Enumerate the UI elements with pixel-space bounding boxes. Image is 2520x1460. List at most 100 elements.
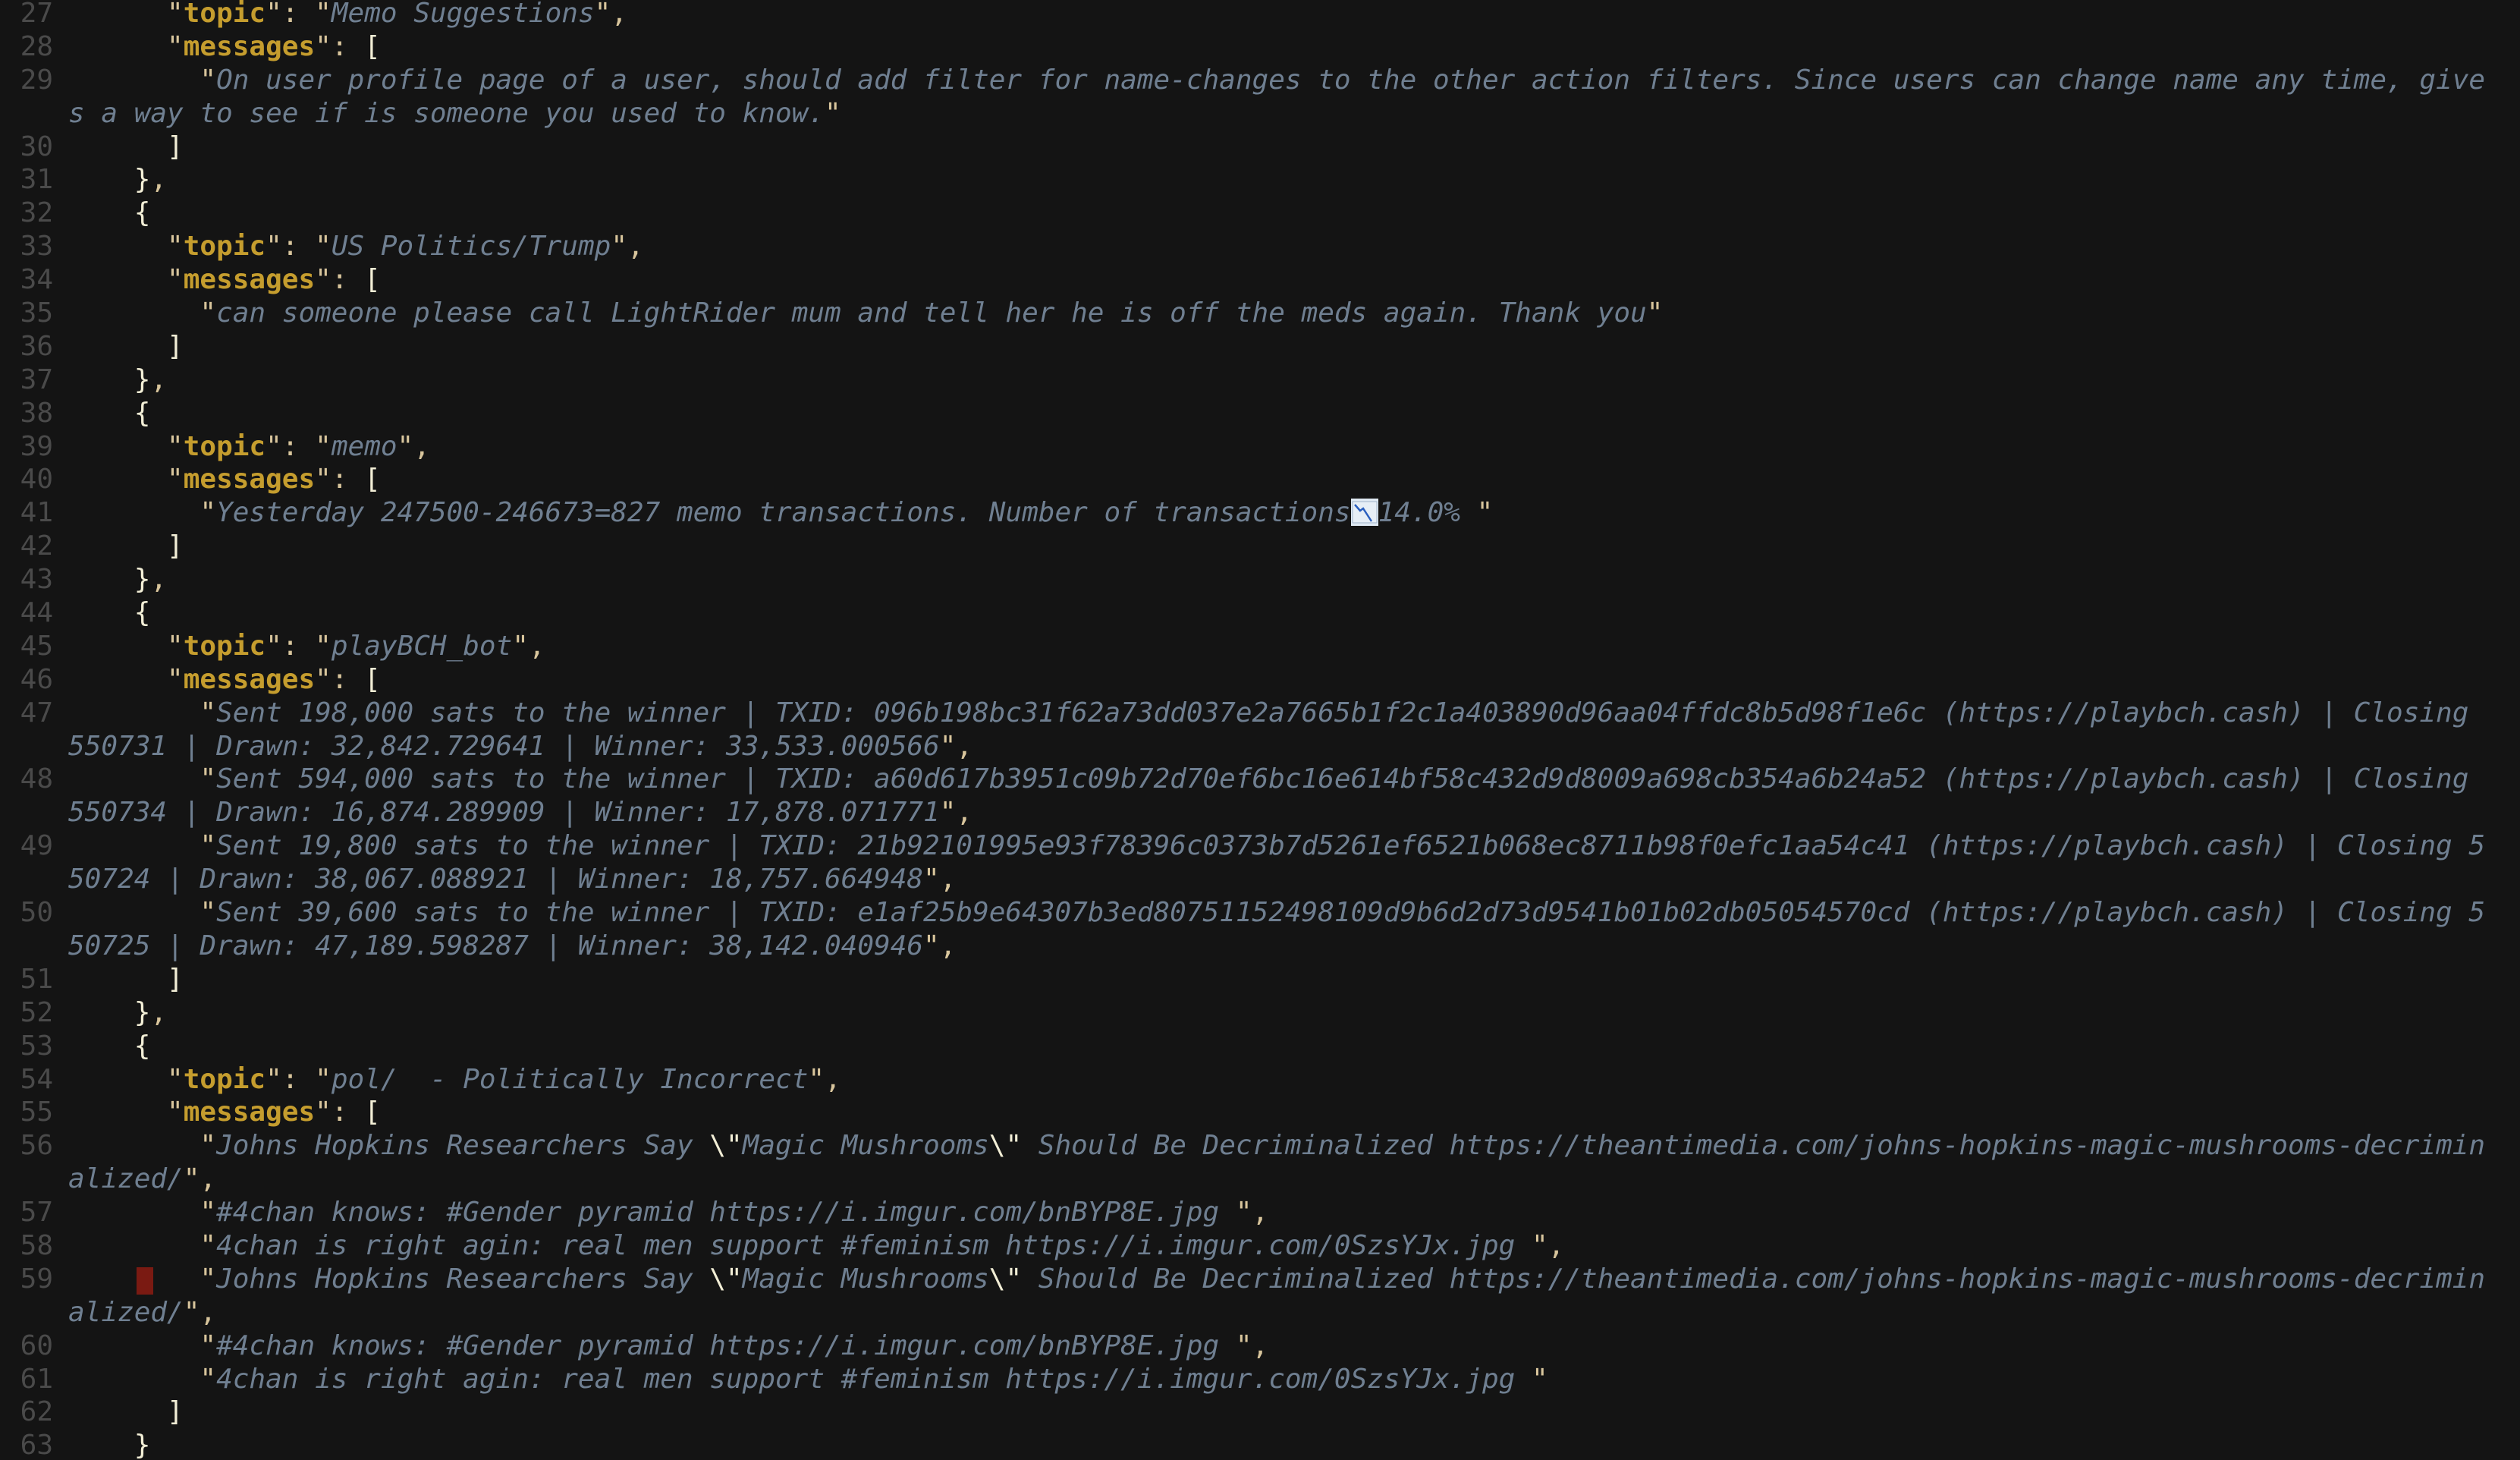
quote: " bbox=[825, 97, 841, 129]
json-string: memo bbox=[331, 430, 397, 462]
line-content[interactable]: "topic": "Memo Suggestions", bbox=[68, 0, 627, 30]
line-number: 38 bbox=[20, 397, 53, 429]
code-line: 50 "Sent 39,600 sats to the winner | TXI… bbox=[0, 896, 2520, 930]
line-content[interactable]: }, bbox=[68, 563, 167, 596]
line-number: 61 bbox=[20, 1363, 53, 1395]
escape-sequence: \" bbox=[709, 1130, 743, 1162]
line-content[interactable]: "topic": "playBCH_bot", bbox=[68, 630, 545, 663]
code-line: 30 ] bbox=[0, 131, 2520, 164]
line-content[interactable]: "#4chan knows: #Gender pyramid https://i… bbox=[68, 1196, 1268, 1229]
line-content[interactable]: "#4chan knows: #Gender pyramid https://i… bbox=[68, 1329, 1268, 1363]
code-line: 59 "Johns Hopkins Researchers Say \"Magi… bbox=[0, 1263, 2520, 1296]
line-content[interactable]: "Yesterday 247500-246673=827 memo transa… bbox=[68, 496, 1493, 530]
line-content[interactable]: ] bbox=[68, 131, 184, 164]
line-content[interactable]: 50725 | Drawn: 47,189.598287 | Winner: 3… bbox=[68, 930, 956, 963]
code-line: 53 { bbox=[0, 1030, 2520, 1063]
line-number: 51 bbox=[20, 963, 53, 995]
comma: , bbox=[825, 1063, 841, 1095]
comma: , bbox=[150, 363, 168, 395]
json-string: Magic Mushrooms bbox=[742, 1263, 989, 1295]
line-content[interactable]: }, bbox=[68, 163, 167, 197]
line-content[interactable]: "messages": [ bbox=[68, 663, 381, 697]
quote: " bbox=[200, 763, 217, 795]
colon: : bbox=[281, 430, 316, 462]
quote: " bbox=[200, 1197, 217, 1229]
line-content[interactable]: "messages": [ bbox=[68, 30, 381, 64]
line-content[interactable]: "can someone please call LightRider mum … bbox=[68, 297, 1663, 330]
line-content[interactable]: ] bbox=[68, 963, 184, 996]
json-string: pol/ - Politically Incorrect bbox=[331, 1063, 809, 1095]
quote: " bbox=[183, 1163, 200, 1195]
json-string: 4chan is right agin: real men support #f… bbox=[216, 1229, 1532, 1261]
json-string: Memo Suggestions bbox=[331, 0, 595, 29]
json-string: alized/ bbox=[68, 1296, 184, 1328]
code-line: 40 "messages": [ bbox=[0, 463, 2520, 496]
line-content[interactable]: "messages": [ bbox=[68, 1096, 381, 1129]
code-line: 63 } bbox=[0, 1429, 2520, 1460]
quote: " bbox=[266, 0, 282, 29]
line-content[interactable]: "messages": [ bbox=[68, 263, 381, 297]
line-content[interactable]: ] bbox=[68, 1395, 184, 1429]
line-content[interactable]: "topic": "pol/ - Politically Incorrect", bbox=[68, 1063, 841, 1097]
line-content[interactable]: { bbox=[68, 397, 151, 430]
line-content[interactable]: ] bbox=[68, 530, 184, 563]
bracket: } bbox=[134, 363, 151, 395]
code-line: 27 "topic": "Memo Suggestions", bbox=[0, 0, 2520, 30]
comma: , bbox=[413, 430, 430, 462]
bracket: ] bbox=[167, 530, 184, 562]
line-content[interactable]: { bbox=[68, 197, 151, 230]
line-content[interactable]: "Sent 198,000 sats to the winner | TXID:… bbox=[68, 697, 2485, 730]
quote: " bbox=[923, 930, 940, 961]
line-content[interactable]: "4chan is right agin: real men support #… bbox=[68, 1229, 1564, 1263]
line-content[interactable]: "Sent 39,600 sats to the winner | TXID: … bbox=[68, 896, 2485, 930]
line-content[interactable]: { bbox=[68, 1030, 151, 1063]
quote: " bbox=[315, 30, 331, 62]
line-content[interactable]: "messages": [ bbox=[68, 463, 381, 496]
colon: : bbox=[331, 264, 365, 296]
line-content[interactable]: 50724 | Drawn: 38,067.088921 | Winner: 1… bbox=[68, 863, 956, 896]
bracket: } bbox=[134, 1430, 151, 1460]
line-content[interactable]: }, bbox=[68, 363, 167, 397]
code-editor[interactable]: 27 "topic": "Memo Suggestions", 28 "messa… bbox=[0, 0, 2520, 1460]
quote: " bbox=[315, 464, 331, 496]
line-content[interactable]: "Johns Hopkins Researchers Say \"Magic M… bbox=[68, 1263, 2485, 1296]
line-content[interactable]: "topic": "memo", bbox=[68, 430, 430, 464]
quote: " bbox=[315, 1097, 331, 1128]
line-content[interactable]: } bbox=[68, 1429, 151, 1460]
line-content[interactable]: alized/", bbox=[68, 1296, 216, 1329]
quote: " bbox=[923, 864, 940, 895]
json-string: Sent 39,600 sats to the winner | TXID: e… bbox=[216, 897, 2486, 929]
quote: " bbox=[939, 730, 957, 762]
line-content[interactable]: "Sent 19,800 sats to the winner | TXID: … bbox=[68, 829, 2485, 863]
line-content[interactable]: ] bbox=[68, 330, 184, 363]
code-line: 44 { bbox=[0, 596, 2520, 630]
quote: " bbox=[315, 231, 331, 263]
line-content[interactable]: 550734 | Drawn: 16,874.289909 | Winner: … bbox=[68, 796, 972, 829]
line-number: 34 bbox=[20, 264, 53, 296]
line-content[interactable]: 550731 | Drawn: 32,842.729641 | Winner: … bbox=[68, 730, 972, 763]
quote: " bbox=[1531, 1363, 1548, 1395]
quote: " bbox=[167, 663, 184, 695]
line-content[interactable]: s a way to see if is someone you used to… bbox=[68, 97, 841, 131]
line-content[interactable]: "Johns Hopkins Researchers Say \"Magic M… bbox=[68, 1129, 2485, 1163]
colon: : bbox=[331, 663, 365, 695]
line-content[interactable]: alized/", bbox=[68, 1163, 216, 1196]
quote: " bbox=[315, 0, 331, 29]
line-number: 47 bbox=[20, 697, 53, 728]
line-content[interactable]: }, bbox=[68, 996, 167, 1030]
wrapped-line: alized/", bbox=[0, 1296, 2520, 1329]
line-content[interactable]: "Sent 594,000 sats to the winner | TXID:… bbox=[68, 763, 2485, 796]
wrapped-line: 550731 | Drawn: 32,842.729641 | Winner: … bbox=[0, 730, 2520, 763]
escape-sequence: \" bbox=[988, 1130, 1023, 1162]
line-number: 40 bbox=[20, 464, 53, 496]
open-bracket: [ bbox=[364, 663, 381, 695]
json-string: alized/ bbox=[68, 1163, 184, 1195]
bracket: } bbox=[134, 996, 151, 1028]
line-number: 58 bbox=[20, 1229, 53, 1261]
line-content[interactable]: { bbox=[68, 596, 151, 630]
line-content[interactable]: "4chan is right agin: real men support #… bbox=[68, 1363, 1548, 1396]
json-key: messages bbox=[183, 663, 316, 695]
line-content[interactable]: "On user profile page of a user, should … bbox=[68, 64, 2485, 97]
json-string: can someone please call LightRider mum a… bbox=[216, 297, 1647, 329]
line-content[interactable]: "topic": "US Politics/Trump", bbox=[68, 230, 644, 263]
